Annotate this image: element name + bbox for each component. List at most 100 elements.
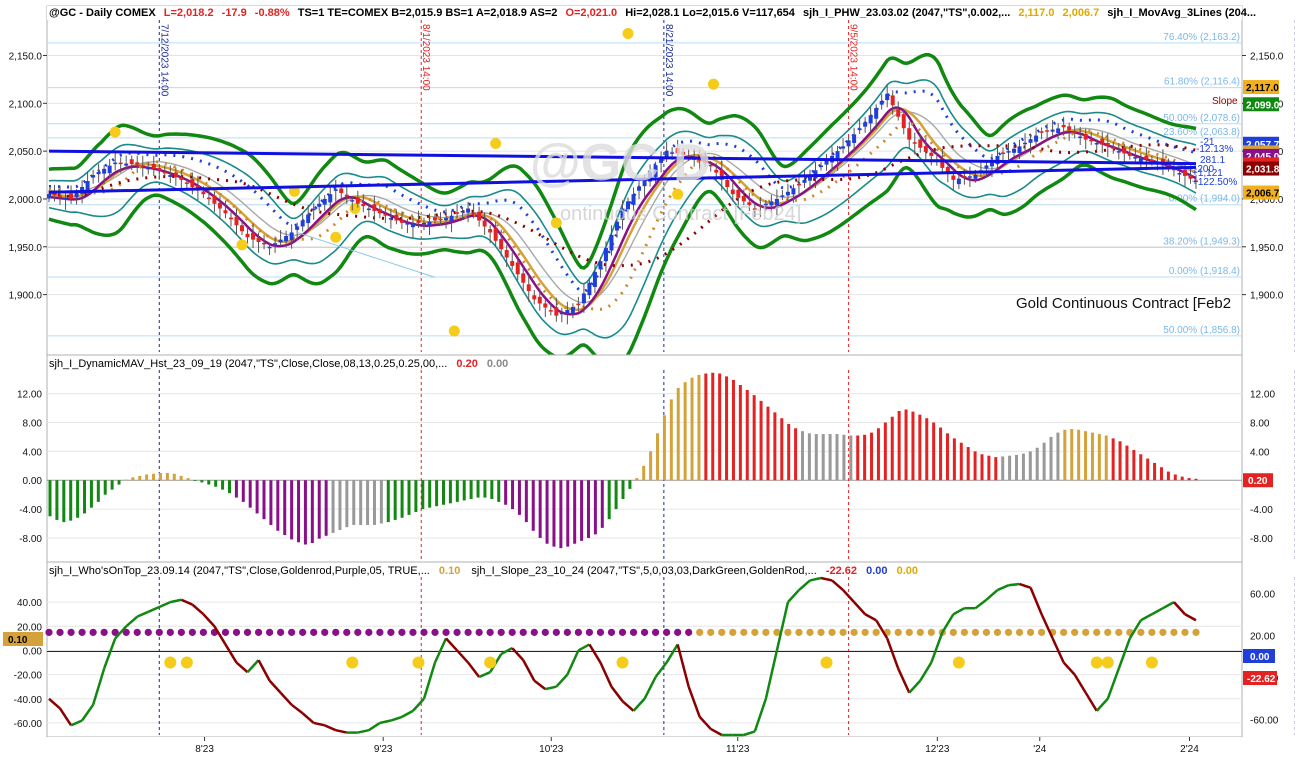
fib-label: 0.00% (1,918.4) — [1169, 266, 1240, 277]
candle — [295, 226, 300, 230]
whos-on-top-dot — [872, 628, 880, 636]
histogram-pane[interactable]: 12.00 12.00 8.00 8.00 4.00 4.00 0.00 0.00 -4.00 -… — [17, 354, 1295, 563]
candle — [603, 247, 608, 262]
candle — [466, 208, 471, 213]
candle — [1056, 128, 1061, 134]
candle — [372, 204, 377, 211]
whos-on-top-dot — [795, 628, 803, 636]
contract-watermark: ontinuous Contract [Feb24] — [560, 203, 801, 225]
candle — [449, 215, 454, 222]
candle — [383, 214, 388, 216]
hi-lo-volume: Hi=2,028.1 Lo=2,015.6 V=117,654 — [625, 7, 796, 19]
candle — [256, 237, 261, 242]
histogram-tag: 0.20 — [1243, 473, 1273, 488]
whos-on-top-dot — [420, 628, 428, 636]
whos-on-top-dot — [1104, 628, 1112, 636]
candle — [162, 171, 167, 174]
candle — [923, 146, 928, 152]
whos-on-top-dot — [288, 628, 296, 636]
histogram-axis-label-right: 12.00 — [1250, 390, 1275, 401]
candle — [460, 210, 465, 213]
whos-on-top-dot — [1004, 628, 1013, 636]
whos-on-top-dot — [696, 628, 704, 636]
candle — [289, 232, 294, 241]
time-axis[interactable]: 8'23 9'23 10'23 11'23 12'23 '24 2'24 — [47, 737, 1242, 761]
candle — [488, 229, 493, 233]
candle — [543, 303, 548, 308]
whos-on-top-dot — [519, 628, 527, 636]
time-axis-label: 12'23 — [925, 744, 950, 755]
candle — [377, 209, 382, 214]
chart-window: 76.40% (2,163.2) 61.80% (2,116.4) 50.00% (… — [0, 0, 1295, 771]
chart-header: @GC - Daily COMEX L=2,018.2 -17.9 -0.88%… — [47, 6, 1256, 20]
candle — [427, 221, 432, 226]
candle — [306, 214, 311, 224]
histogram-axis-label: 0.00 — [23, 476, 43, 487]
time-axis-label: 11'23 — [726, 744, 750, 755]
whos-on-top-dot — [232, 628, 241, 636]
trend-label: -12.13% — [1196, 144, 1233, 155]
candle — [355, 197, 360, 204]
whos-on-top-dot — [541, 628, 549, 636]
slope-signal — [1090, 656, 1103, 669]
whos-on-top-dot — [718, 628, 726, 636]
whos-on-top-dot — [332, 628, 340, 636]
candle — [499, 239, 504, 250]
swing-marker — [349, 203, 361, 215]
candle — [1149, 159, 1154, 161]
slope-signal — [412, 656, 425, 669]
whos-on-top-dot — [1082, 628, 1090, 636]
oscillator-right-axis-label: -60.00 — [1250, 715, 1279, 726]
oscillator-zero-tag-label: 0.00 — [1250, 652, 1270, 663]
whos-on-top-dot — [993, 628, 1002, 636]
whos-on-top-dot — [310, 628, 318, 636]
candle — [802, 179, 807, 183]
candle — [1061, 124, 1066, 128]
whos-on-top-dot — [740, 628, 748, 636]
candle — [780, 195, 785, 197]
whos-on-top-dot — [629, 628, 638, 636]
whos-on-top-dot — [56, 628, 64, 636]
time-axis-label: '24 — [1033, 744, 1046, 755]
candle — [113, 162, 118, 165]
whos-on-top-dot — [1115, 628, 1123, 636]
candle — [245, 233, 250, 238]
whos-on-top-dot — [1015, 628, 1024, 636]
whos-on-top-dot — [707, 628, 715, 636]
whos-on-top-dot — [982, 628, 991, 636]
candle — [962, 176, 967, 178]
whos-on-top-dot — [685, 628, 693, 636]
oscillator-value-tag-label: -22.62 — [1247, 674, 1276, 685]
whos-on-top-dot — [155, 628, 163, 636]
candle — [168, 175, 173, 177]
whos-on-top-dot — [497, 628, 505, 636]
whos-on-top-dot — [265, 628, 274, 636]
candle — [96, 171, 101, 175]
candle — [791, 188, 796, 195]
oscillator-pane[interactable]: sjh_I_Who'sOnTop_23.09.14 (2047,"TS",Clo… — [3, 561, 1295, 738]
whos-on-top-dot — [674, 628, 682, 636]
candle — [300, 220, 305, 227]
study1-title: sjh_I_PHW_23.03.02 (2047,"TS",0.002,... — [803, 7, 1010, 19]
whos-on-top-dot — [607, 628, 616, 636]
candle — [1116, 151, 1121, 153]
time-axis-label: 2'24 — [1180, 744, 1199, 755]
whos-on-top-dot — [640, 628, 649, 636]
candle — [339, 188, 344, 193]
price-axis-label-right: 1,900.0 — [1250, 291, 1284, 302]
whos-on-top-dot — [828, 628, 836, 636]
candle — [63, 197, 68, 200]
candle — [1000, 152, 1005, 154]
histogram-axis-label-right: 4.00 — [1250, 447, 1270, 458]
candle — [366, 208, 371, 211]
slope-signal — [484, 656, 497, 669]
candle — [267, 246, 272, 249]
candle — [907, 128, 912, 140]
swing-marker — [109, 126, 121, 138]
slope-signal — [952, 656, 965, 669]
whos-on-top-dot — [321, 628, 329, 636]
candle — [885, 93, 890, 101]
whos-on-top-dot — [585, 628, 594, 636]
price-pane[interactable]: 76.40% (2,163.2) 61.80% (2,116.4) 50.00% (… — [9, 5, 1295, 368]
slope-signal — [1145, 656, 1158, 669]
